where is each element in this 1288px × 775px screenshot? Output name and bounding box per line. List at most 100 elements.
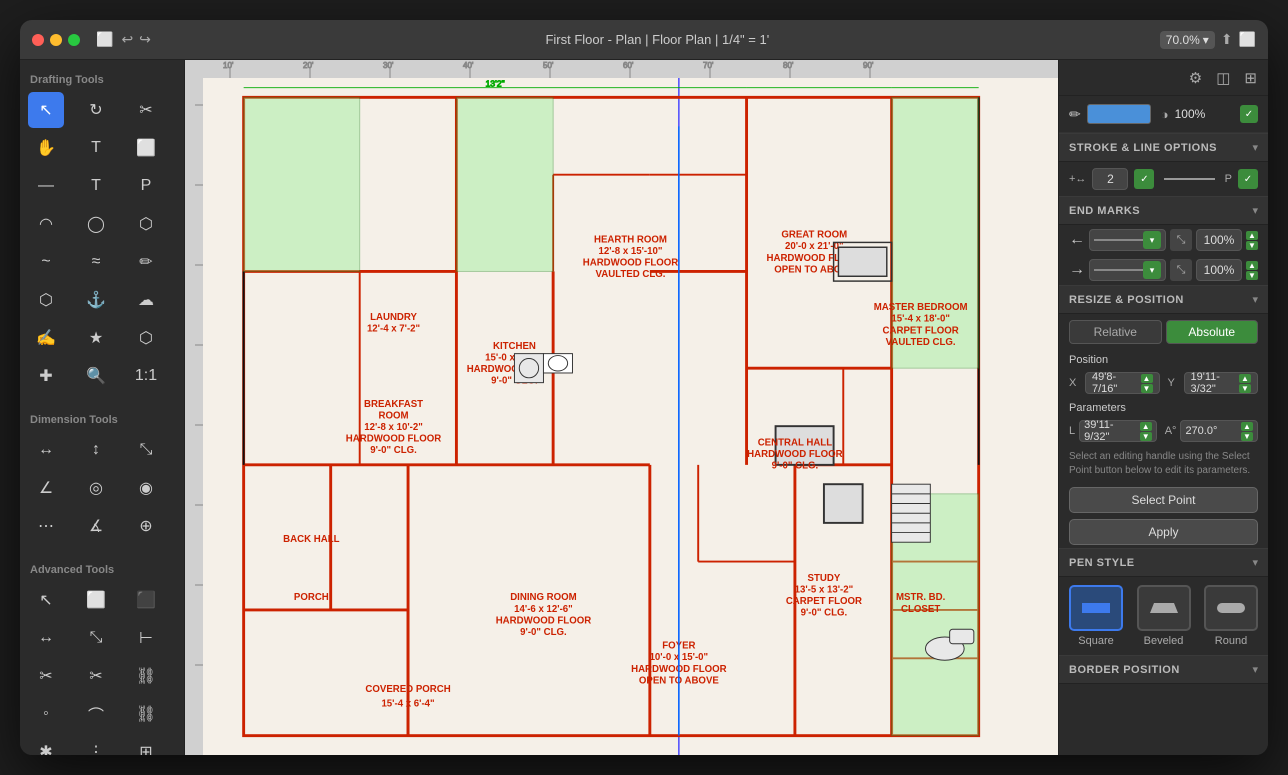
misc1-tool[interactable]: ✚ [28,358,64,394]
stroke-confirm-btn[interactable]: ✓ [1134,169,1154,189]
sidebar-toggle-icon[interactable]: ⬜ [96,31,113,48]
y-up-spinner[interactable]: ▲ [1239,374,1251,383]
absolute-tab[interactable]: Absolute [1166,320,1259,344]
dim-angle-tool[interactable]: ∠ [28,470,64,506]
pen-style-section-header[interactable]: PEN STYLE ▾ [1059,548,1268,577]
dim-circle-tool[interactable]: ◎ [78,470,114,506]
adv-node-tool[interactable]: ◦ [28,696,64,732]
pen-style-beveled-option[interactable]: Beveled [1137,585,1191,647]
x-up-spinner[interactable]: ▲ [1141,374,1153,383]
adv-scale-tool[interactable]: ⤡ [78,620,114,656]
crop-tool[interactable]: ✂ [128,92,164,128]
adv-snap-tool[interactable]: ⛓ [128,696,164,732]
pen-style-square-option[interactable]: Square [1069,585,1123,647]
adv-align-tool[interactable]: ⊢ [128,620,164,656]
stroke-type-confirm-btn[interactable]: ✓ [1238,169,1258,189]
y-coord-box[interactable]: 19'11-3/32" ▲ ▼ [1184,372,1259,394]
poly-tool[interactable]: ⬡ [128,206,164,242]
adv-misc2-tool[interactable]: ⋮ [78,734,114,755]
pen-style-round-option[interactable]: Round [1204,585,1258,647]
x-coord-box[interactable]: 49'8-7/16" ▲ ▼ [1085,372,1160,394]
a-up-spinner[interactable]: ▲ [1241,422,1253,431]
adv-select-tool[interactable]: ↖ [28,582,64,618]
bezier-tool[interactable]: ~ [28,244,64,280]
minimize-button[interactable] [50,34,62,46]
rotate-tool[interactable]: ↻ [78,92,114,128]
left-percent-up[interactable]: ▲ [1246,231,1258,240]
left-mark-dropdown[interactable]: ▾ [1143,231,1161,249]
left-mark-select[interactable]: ▾ [1089,229,1166,251]
select-point-button[interactable]: Select Point [1069,487,1258,513]
text-box-tool[interactable]: T [78,168,114,204]
undo-icon[interactable]: ↩ [121,31,133,48]
left-percent-down[interactable]: ▼ [1246,241,1258,250]
image-tool[interactable]: ⬜ [128,130,164,166]
dim-vert-tool[interactable]: ↕ [78,432,114,468]
resize-position-section-header[interactable]: RESIZE & POSITION ▾ [1059,285,1268,314]
grid-icon[interactable]: ⊞ [1241,66,1260,90]
adv-scissors-tool[interactable]: ✂ [28,658,64,694]
cloud-tool[interactable]: ☁ [128,282,164,318]
select-tool[interactable]: ↖ [28,92,64,128]
star2-tool[interactable]: ★ [78,320,114,356]
fullscreen-button[interactable] [68,34,80,46]
adv-misc1-tool[interactable]: ✱ [28,734,64,755]
relative-tab[interactable]: Relative [1069,320,1162,344]
adv-join-tool[interactable]: ✂ [78,658,114,694]
star-tool[interactable]: ⬡ [28,282,64,318]
scale-tool[interactable]: 1:1 [128,358,164,394]
ellipse-tool[interactable]: ◯ [78,206,114,242]
adv-smooth-tool[interactable]: ⌒ [78,696,114,732]
expand-icon[interactable]: ⬜ [1239,31,1256,48]
l-value-box[interactable]: 39'11-9/32" ▲ ▼ [1079,420,1157,442]
apply-button[interactable]: Apply [1069,519,1258,545]
canvas-area[interactable]: 10' 20' 30' 40' 50' 60' 70 [185,60,1058,755]
dim-align-tool[interactable]: ⤡ [128,432,164,468]
arc-tool[interactable]: ◠ [28,206,64,242]
y-down-spinner[interactable]: ▼ [1239,384,1251,393]
border-position-section-header[interactable]: BORDER POSITION ▾ [1059,655,1268,684]
end-marks-section-header[interactable]: END MARKS ▾ [1059,196,1268,225]
connect-tool[interactable]: ⬡ [128,320,164,356]
x-down-spinner[interactable]: ▼ [1141,384,1153,393]
text-tool[interactable]: T [78,130,114,166]
close-button[interactable] [32,34,44,46]
left-mark-percent[interactable] [1196,229,1242,251]
adv-cut-tool[interactable]: ⬛ [128,582,164,618]
right-percent-up[interactable]: ▲ [1246,261,1258,270]
color-swatch[interactable] [1087,104,1151,124]
a-down-spinner[interactable]: ▼ [1241,432,1253,441]
line-tool[interactable]: — [28,168,64,204]
a-value-box[interactable]: 270.0° ▲ ▼ [1180,420,1258,442]
adv-group-tool[interactable]: ⊞ [128,734,164,755]
dim-misc1-tool[interactable]: ⋯ [28,508,64,544]
opacity-confirm-btn[interactable]: ✓ [1240,105,1258,123]
share-icon[interactable]: ⬆ [1221,31,1233,48]
adv-link-tool[interactable]: ⛓ [128,658,164,694]
l-down-spinner[interactable]: ▼ [1140,432,1152,441]
adv-rect-tool[interactable]: ⬜ [78,582,114,618]
layers-icon[interactable]: ◫ [1213,66,1233,90]
symbol-tool[interactable]: P [128,168,164,204]
right-mark-select[interactable]: ▾ [1089,259,1166,281]
hatch-tool[interactable]: ✍ [28,320,64,356]
redo-icon[interactable]: ↪ [139,31,151,48]
filter-icon[interactable]: ⚙ [1186,66,1205,90]
l-up-spinner[interactable]: ▲ [1140,422,1152,431]
right-percent-down[interactable]: ▼ [1246,271,1258,280]
dim-radius-tool[interactable]: ◉ [128,470,164,506]
freehand-tool[interactable]: ✏ [128,244,164,280]
right-mark-percent[interactable] [1196,259,1242,281]
anchor-tool[interactable]: ⚓ [78,282,114,318]
dim-misc3-tool[interactable]: ⊕ [128,508,164,544]
left-mark-expand-btn[interactable]: ⤡ [1170,229,1192,251]
zoom-tool[interactable]: 🔍 [78,358,114,394]
zoom-display[interactable]: 70.0% ▾ [1160,31,1215,49]
right-mark-dropdown[interactable]: ▾ [1143,261,1161,279]
pan-tool[interactable]: ✋ [28,130,64,166]
stroke-weight-input[interactable] [1092,168,1128,190]
wave-tool[interactable]: ≈ [78,244,114,280]
dim-misc2-tool[interactable]: ∡ [78,508,114,544]
adv-move-tool[interactable]: ↔ [28,620,64,656]
right-mark-expand-btn[interactable]: ⤡ [1170,259,1192,281]
